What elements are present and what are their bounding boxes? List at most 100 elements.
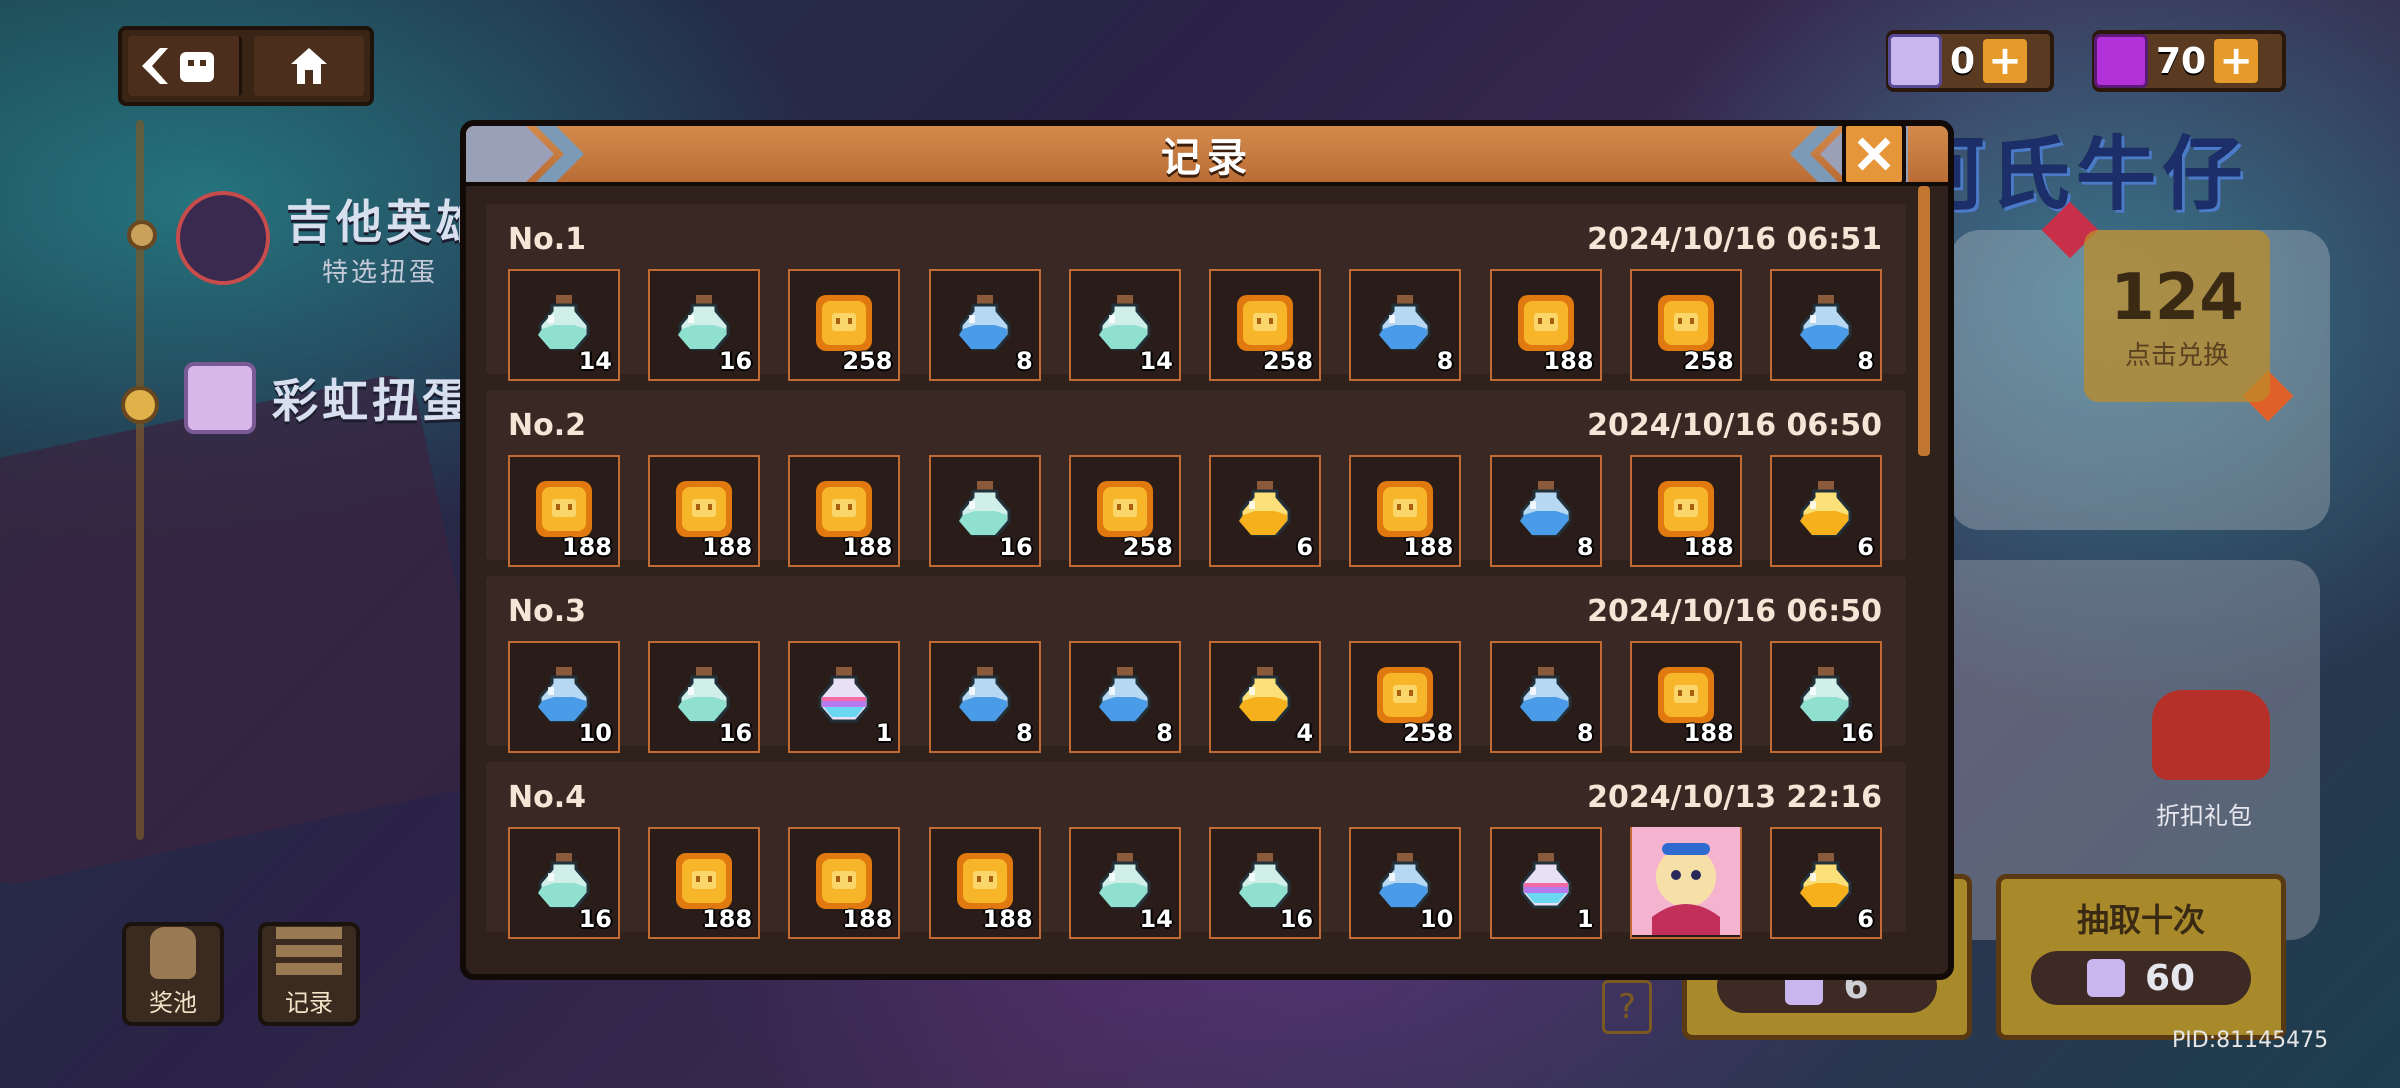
- reward-slot[interactable]: 14: [1068, 827, 1181, 939]
- yellow-potion-icon: [1794, 849, 1858, 917]
- reward-slot[interactable]: 8: [1349, 269, 1462, 381]
- reward-slot[interactable]: 6: [1769, 455, 1882, 567]
- record-header: No.3 2024/10/16 06:50: [508, 594, 1882, 629]
- reward-slot[interactable]: 8: [928, 641, 1041, 753]
- blue-potion-icon: [1373, 291, 1437, 359]
- reward-slot[interactable]: [1629, 827, 1742, 939]
- prize-pool-button[interactable]: 奖池: [122, 922, 224, 1026]
- record-number: No.3: [508, 594, 586, 629]
- reward-slot[interactable]: 1: [1489, 827, 1602, 939]
- top-nav: [118, 26, 374, 106]
- reward-count: 258: [842, 347, 893, 375]
- reward-slot[interactable]: 188: [1629, 455, 1742, 567]
- yellow-potion-icon: [1233, 477, 1297, 545]
- reward-slot[interactable]: 188: [928, 827, 1041, 939]
- record-time: 2024/10/16 06:50: [1587, 408, 1882, 443]
- reward-slot[interactable]: 16: [648, 641, 761, 753]
- reward-count: 1: [875, 719, 893, 747]
- add-shirt-ticket-button[interactable]: +: [1983, 39, 2028, 83]
- back-button[interactable]: [128, 36, 242, 96]
- rainbow-potion-icon: [812, 663, 876, 731]
- reward-count: 188: [702, 533, 753, 561]
- home-icon: [290, 48, 327, 84]
- modal-title: 记录: [1161, 135, 1253, 181]
- reward-count: 188: [1543, 347, 1594, 375]
- back-arrow-icon: [142, 48, 215, 84]
- gift-label: 折扣礼包: [2156, 802, 2252, 830]
- reward-count: 8: [1156, 719, 1173, 747]
- prize-pool-label: 奖池: [149, 989, 197, 1017]
- record-header: No.4 2024/10/13 22:16: [508, 780, 1882, 815]
- draw-ten-cost: 60: [2031, 951, 2251, 1005]
- menu-dot-active: [121, 386, 159, 424]
- wizard-hat-icon: [176, 190, 270, 285]
- help-button[interactable]: ?: [1602, 980, 1652, 1034]
- reward-slot[interactable]: 258: [788, 269, 901, 381]
- exchange-points-button[interactable]: 124 点击兑换: [2084, 230, 2270, 402]
- reward-count: 188: [842, 533, 893, 561]
- add-gem-button[interactable]: +: [2214, 39, 2259, 83]
- bag-icon: [150, 927, 196, 979]
- shirt-ticket-count: 0: [1950, 40, 1976, 82]
- background-shape: [0, 370, 498, 890]
- close-button[interactable]: [1842, 122, 1906, 186]
- reward-slot[interactable]: 188: [648, 827, 761, 939]
- reward-slot[interactable]: 8: [1769, 269, 1882, 381]
- reward-slot[interactable]: 258: [1068, 455, 1181, 567]
- draw-ten-button[interactable]: 抽取十次 60: [1996, 874, 2286, 1040]
- home-button[interactable]: [253, 36, 364, 96]
- reward-slot[interactable]: 10: [508, 641, 620, 753]
- record-button[interactable]: 记录: [258, 922, 360, 1026]
- reward-slot[interactable]: 8: [1489, 641, 1602, 753]
- reward-slot[interactable]: 16: [1769, 641, 1882, 753]
- reward-count: 8: [1015, 719, 1033, 747]
- reward-slot[interactable]: 1: [788, 641, 901, 753]
- reward-count: 14: [1139, 347, 1173, 375]
- reward-slot[interactable]: 8: [1489, 455, 1602, 567]
- reward-slot[interactable]: 188: [508, 455, 620, 567]
- menu-item-guitar-hero[interactable]: 吉他英雄 特选扭蛋: [176, 186, 486, 289]
- record-items: 188 188 188 16 258 6 188 8 188 6: [508, 455, 1882, 567]
- reward-slot[interactable]: 188: [788, 455, 901, 567]
- reward-count: 258: [1403, 719, 1454, 747]
- reward-slot[interactable]: 188: [648, 455, 761, 567]
- reward-slot[interactable]: 188: [1629, 641, 1742, 753]
- reward-slot[interactable]: 6: [1769, 827, 1882, 939]
- record-items: 14 16 258 8 14 258 8 188 258 8: [508, 269, 1882, 381]
- reward-slot[interactable]: 6: [1209, 455, 1322, 567]
- record-entry: No.1 2024/10/16 06:51 14 16 258 8 14 258 8 188 258…: [486, 204, 1906, 381]
- reward-slot[interactable]: 16: [648, 269, 761, 381]
- reward-count: 6: [1296, 533, 1314, 561]
- reward-count: 8: [1857, 347, 1874, 375]
- reward-slot[interactable]: 258: [1349, 641, 1462, 753]
- reward-slot[interactable]: 16: [508, 827, 620, 939]
- reward-count: 14: [578, 347, 612, 375]
- reward-slot[interactable]: 8: [928, 269, 1041, 381]
- reward-slot[interactable]: 14: [1068, 269, 1181, 381]
- reward-count: 16: [1840, 719, 1874, 747]
- menu-item-rainbow[interactable]: 彩虹扭蛋: [184, 362, 472, 434]
- blue-potion-icon: [1514, 477, 1578, 545]
- reward-count: 188: [1403, 533, 1454, 561]
- reward-slot[interactable]: 14: [508, 269, 620, 381]
- character-skin-icon: [1631, 827, 1740, 939]
- reward-count: 10: [578, 719, 612, 747]
- reward-count: 6: [1857, 905, 1874, 933]
- reward-slot[interactable]: 188: [1489, 269, 1602, 381]
- reward-slot[interactable]: 16: [1209, 827, 1322, 939]
- reward-slot[interactable]: 258: [1209, 269, 1322, 381]
- modal-scrollbar[interactable]: [1918, 186, 1930, 456]
- reward-slot[interactable]: 4: [1209, 641, 1322, 753]
- blue-potion-icon: [953, 291, 1017, 359]
- reward-slot[interactable]: 188: [1349, 455, 1462, 567]
- reward-slot[interactable]: 10: [1349, 827, 1462, 939]
- player-id: PID:81145475: [2172, 1028, 2329, 1053]
- record-entry: No.3 2024/10/16 06:50 10 16 1 8 8 4 258 8 188 16: [486, 576, 1906, 753]
- discount-gift-button[interactable]: [2152, 690, 2270, 800]
- reward-slot[interactable]: 188: [788, 827, 901, 939]
- record-list[interactable]: No.1 2024/10/16 06:51 14 16 258 8 14 258 8 188 258…: [486, 204, 1906, 948]
- gem-counter: 70 +: [2092, 30, 2286, 92]
- reward-slot[interactable]: 16: [928, 455, 1041, 567]
- reward-slot[interactable]: 8: [1068, 641, 1181, 753]
- reward-slot[interactable]: 258: [1629, 269, 1742, 381]
